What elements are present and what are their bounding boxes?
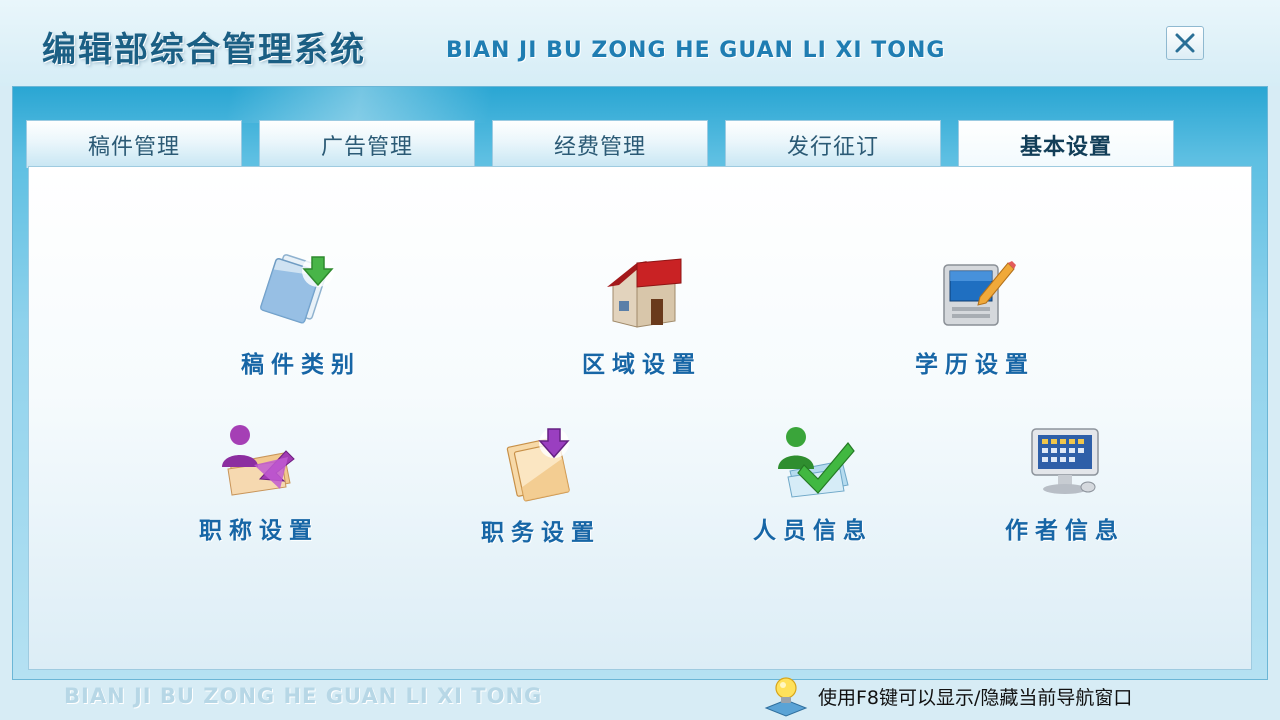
title-bar: 编辑部综合管理系统 BIAN JI BU ZONG HE GUAN LI XI … [0,0,1280,86]
content-panel: 稿件类别 区域设置 学历设置 职称设置 职务设置 人员信息 作者信息 [28,166,1252,670]
tab-manuscript[interactable]: 稿件管理 [26,120,242,168]
user-check-icon [778,427,855,498]
user-arrow-icon [222,425,295,496]
f8-hint: 使用F8键可以显示/隐藏当前导航窗口 [762,674,1132,718]
tab-basic-settings[interactable]: 基本设置 [958,120,1174,168]
nav-author-info[interactable]: 作者信息 [965,421,1165,571]
frame-highlight [73,87,593,123]
footer-pinyin: BIAN JI BU ZONG HE GUAN LI XI TONG [64,684,543,708]
close-icon [1175,33,1195,53]
nav-label: 职称设置 [199,518,319,544]
nav-position-settings[interactable]: 职务设置 [441,423,641,573]
hint-text: 使用F8键可以显示/隐藏当前导航窗口 [818,686,1133,709]
nav-label: 稿件类别 [241,352,361,378]
lightbulb-icon [764,677,808,717]
document-arrow-icon [506,428,570,502]
nav-label: 学历设置 [915,352,1035,378]
document-download-icon [260,254,334,324]
tab-distribution[interactable]: 发行征订 [725,120,941,168]
nav-staff-info[interactable]: 人员信息 [713,421,913,571]
tab-funding[interactable]: 经费管理 [492,120,708,168]
app-title-pinyin: BIAN JI BU ZONG HE GUAN LI XI TONG [446,38,946,63]
house-icon [607,258,682,328]
nav-label: 人员信息 [753,518,873,544]
tab-advertising[interactable]: 广告管理 [259,120,475,168]
nav-label: 区域设置 [582,352,702,378]
computer-pencil-icon [943,261,1016,326]
nav-title-settings[interactable]: 职称设置 [159,421,359,571]
nav-region-settings[interactable]: 区域设置 [542,255,742,405]
close-button[interactable] [1166,26,1204,60]
nav-manuscript-category[interactable]: 稿件类别 [201,245,401,395]
tab-strip: 稿件管理 广告管理 经费管理 发行征订 基本设置 [26,120,1176,168]
nav-label: 职务设置 [481,520,601,546]
nav-education-settings[interactable]: 学历设置 [875,251,1075,401]
app-title: 编辑部综合管理系统 [42,30,366,70]
monitor-icon [1031,428,1099,494]
nav-label: 作者信息 [1005,518,1125,544]
